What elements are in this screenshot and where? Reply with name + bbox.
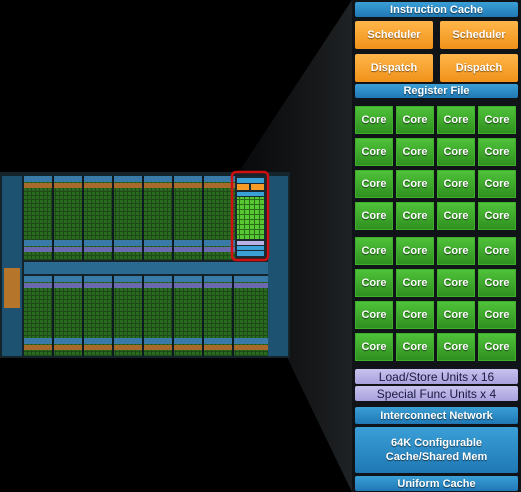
cuda-core: Core <box>478 202 516 230</box>
cuda-core: Core <box>355 333 393 361</box>
gpu-architecture-diagram: Instruction Cache Scheduler Scheduler Di… <box>0 0 521 492</box>
interconnect-network: Interconnect Network <box>355 407 518 424</box>
scheduler-2: Scheduler <box>440 21 518 49</box>
shared-memory-line-2: Cache/Shared Mem <box>385 451 488 463</box>
instruction-cache: Instruction Cache <box>355 2 518 17</box>
cuda-core: Core <box>396 301 434 329</box>
cuda-core: Core <box>437 138 475 166</box>
cuda-core: Core <box>437 269 475 297</box>
sm-detail-panel: Instruction Cache Scheduler Scheduler Di… <box>352 0 521 492</box>
cuda-core: Core <box>478 237 516 265</box>
scheduler-1: Scheduler <box>355 21 433 49</box>
cuda-core: Core <box>437 237 475 265</box>
cuda-core: Core <box>478 269 516 297</box>
cuda-core: Core <box>478 170 516 198</box>
sm-row-top <box>24 176 236 260</box>
cuda-core: Core <box>478 138 516 166</box>
cuda-core: Core <box>355 237 393 265</box>
cuda-core: Core <box>396 138 434 166</box>
die-left-edge <box>2 176 22 356</box>
sm-row-bottom <box>24 276 270 356</box>
load-store-units: Load/Store Units x 16 <box>355 369 518 384</box>
cuda-core: Core <box>478 106 516 134</box>
cuda-core: Core <box>437 106 475 134</box>
cuda-core: Core <box>355 269 393 297</box>
cuda-core: Core <box>437 170 475 198</box>
cuda-core: Core <box>396 237 434 265</box>
die-interconnect <box>24 262 270 274</box>
cuda-core: Core <box>437 333 475 361</box>
cuda-core: Core <box>355 301 393 329</box>
cuda-core: Core <box>396 106 434 134</box>
cuda-core: Core <box>396 202 434 230</box>
cuda-core: Core <box>478 333 516 361</box>
dispatch-2: Dispatch <box>440 54 518 82</box>
shared-memory-line-1: 64K Configurable <box>390 437 483 449</box>
cuda-core: Core <box>437 202 475 230</box>
cuda-core: Core <box>355 170 393 198</box>
cuda-core: Core <box>355 202 393 230</box>
uniform-cache: Uniform Cache <box>355 476 518 491</box>
dispatch-1: Dispatch <box>355 54 433 82</box>
cuda-core: Core <box>396 333 434 361</box>
shared-memory: 64K Configurable Cache/Shared Mem <box>355 427 518 473</box>
die-right-edge <box>268 176 288 356</box>
cuda-core: Core <box>355 138 393 166</box>
highlighted-sm <box>235 176 266 258</box>
die-left-port <box>4 268 20 308</box>
cuda-core: Core <box>396 269 434 297</box>
cuda-core: Core <box>478 301 516 329</box>
register-file: Register File <box>355 84 518 98</box>
cuda-core: Core <box>355 106 393 134</box>
cuda-core: Core <box>437 301 475 329</box>
cuda-core: Core <box>396 170 434 198</box>
special-function-units: Special Func Units x 4 <box>355 386 518 401</box>
